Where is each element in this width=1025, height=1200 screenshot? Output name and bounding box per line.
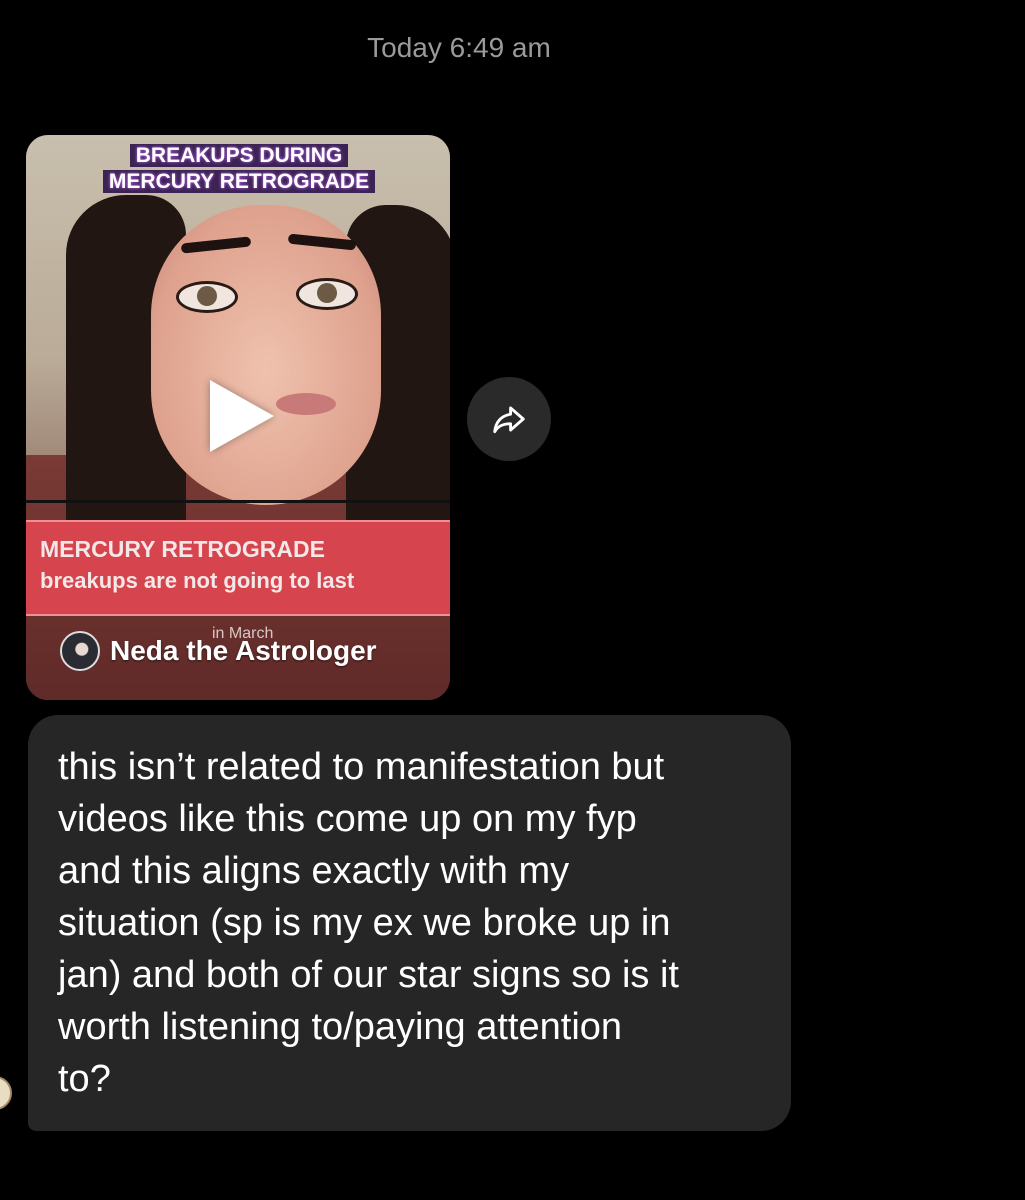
creator-name[interactable]: Neda the Astrologer — [110, 635, 377, 667]
shared-video-card[interactable]: BREAKUPS DURING MERCURY RETROGRADE MERCU… — [26, 135, 450, 700]
caption-title: MERCURY RETROGRADE — [40, 536, 325, 562]
message-text: this isn’t related to manifestation but … — [58, 746, 679, 1100]
chat-screen: Today 6:49 am BREAKUPS DURING MERCURY RE… — [0, 0, 1025, 1200]
play-icon[interactable] — [210, 380, 274, 452]
message-bubble[interactable]: this isn’t related to manifestation but … — [28, 715, 791, 1131]
video-divider — [26, 500, 450, 503]
video-headline: BREAKUPS DURING MERCURY RETROGRADE — [94, 143, 384, 195]
creator-avatar[interactable] — [60, 631, 100, 671]
caption-subtitle: breakups are not going to last — [40, 568, 355, 593]
share-arrow-icon — [493, 406, 525, 434]
message-timestamp: Today 6:49 am — [367, 32, 551, 63]
sender-avatar[interactable] — [0, 1076, 12, 1110]
thumbnail-eye-right — [296, 278, 358, 310]
thumbnail-lips — [276, 393, 336, 415]
creator-row[interactable]: Neda the Astrologer — [60, 631, 377, 671]
video-headline-text: BREAKUPS DURING MERCURY RETROGRADE — [102, 144, 376, 193]
video-caption-band: MERCURY RETROGRADE breakups are not goin… — [26, 520, 450, 616]
thumbnail-eye-left — [176, 281, 238, 313]
share-button[interactable] — [467, 377, 551, 461]
